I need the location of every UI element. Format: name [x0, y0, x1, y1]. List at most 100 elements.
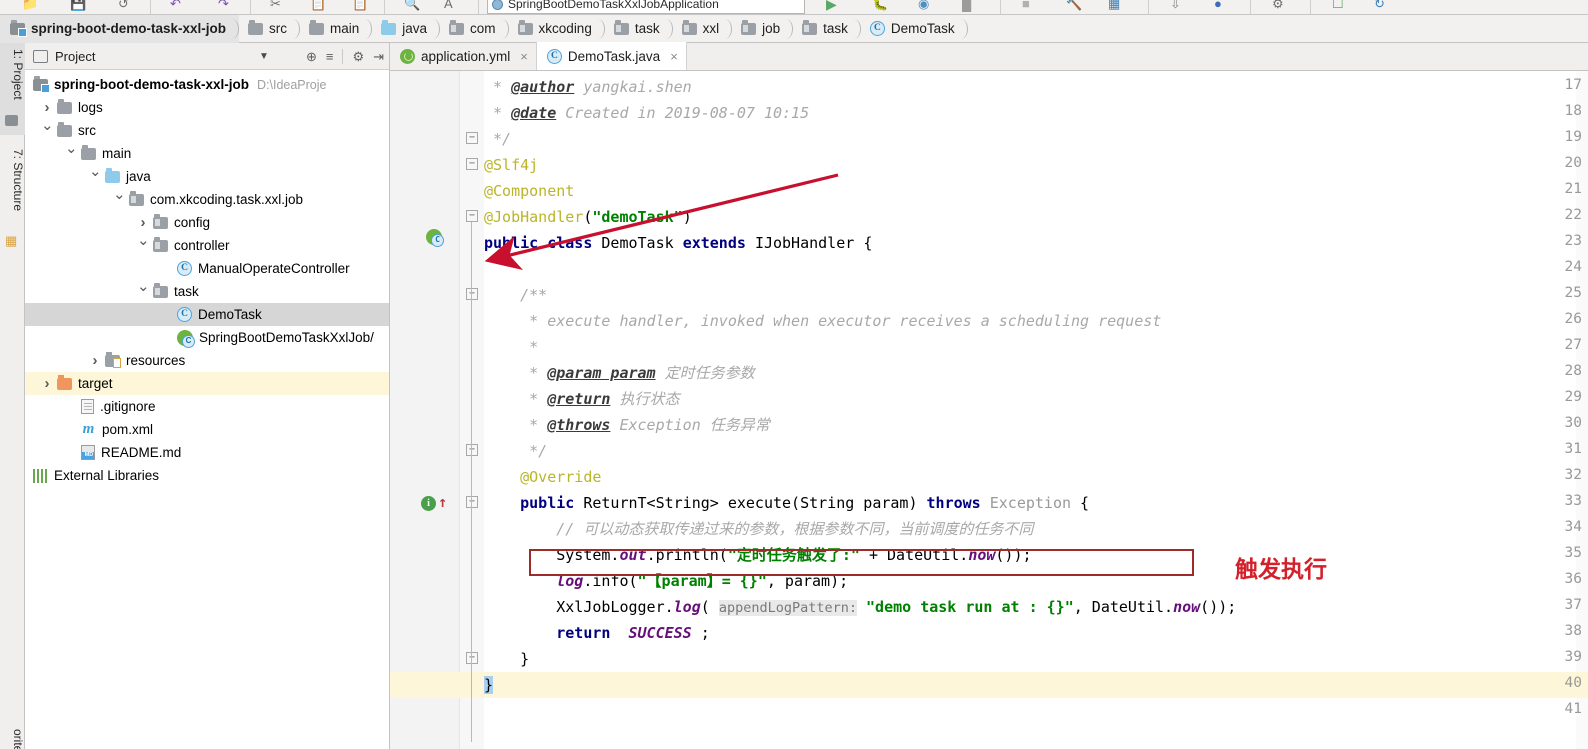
code-line[interactable]: System.out.println("定时任务触发了:" + DateUtil… — [484, 542, 1031, 568]
code-line[interactable]: } — [484, 672, 494, 698]
browser-icon[interactable]: ☐ — [1332, 0, 1344, 12]
tab-close-icon[interactable]: × — [670, 49, 678, 64]
code-line[interactable]: @Component — [484, 178, 574, 204]
breadcrumb-item-task[interactable]: task — [605, 15, 673, 43]
code-line[interactable]: * @param param 定时任务参数 — [484, 360, 755, 386]
overriding-method-arrow-icon[interactable]: ↑ — [438, 495, 454, 511]
fold-marker-22[interactable]: − — [466, 210, 478, 222]
breadcrumb-item-xkcoding[interactable]: xkcoding — [509, 15, 606, 43]
breadcrumb-item-task2[interactable]: task — [793, 15, 861, 43]
tab-application-yml[interactable]: application.yml × — [390, 42, 537, 70]
tree-node-target[interactable]: target — [25, 372, 389, 395]
fold-marker-39[interactable]: − — [466, 652, 478, 664]
coverage-icon[interactable]: ◉ — [918, 0, 929, 12]
tree-node-main[interactable]: main — [25, 142, 389, 165]
structure-icon[interactable]: ▦ — [1108, 0, 1120, 12]
panel-dropdown-icon[interactable]: ▼ — [259, 51, 269, 62]
rail-item-favorites[interactable]: orites — [0, 723, 25, 749]
tree-expander-icon[interactable] — [41, 125, 53, 137]
tree-expander-icon[interactable] — [137, 240, 149, 252]
paste-icon[interactable]: 📋 — [352, 0, 368, 12]
find-icon[interactable]: 🔍 — [404, 0, 420, 12]
implementing-method-icon[interactable]: i — [421, 496, 437, 512]
tree-expander-icon[interactable] — [65, 148, 77, 160]
cut-icon[interactable]: ✂ — [270, 0, 281, 12]
fold-marker-33[interactable]: − — [466, 496, 478, 508]
copy-icon[interactable]: 📋 — [310, 0, 326, 12]
update-project-icon[interactable]: ⇩ — [1170, 0, 1181, 12]
tab-demotask-java[interactable]: C DemoTask.java × — [536, 42, 687, 70]
code-canvas[interactable]: 17 * @author yangkai.shen 18 * @date Crea… — [390, 71, 1588, 749]
hide-panel-icon[interactable]: ⇥ — [373, 49, 384, 65]
code-line[interactable]: /** — [484, 282, 547, 308]
code-line[interactable]: return SUCCESS ; — [484, 620, 710, 646]
tree-expander-icon[interactable] — [137, 217, 149, 229]
breadcrumb-item-project[interactable]: spring-boot-demo-task-xxl-job — [0, 14, 239, 43]
code-line[interactable]: */ — [484, 126, 511, 152]
fold-marker-19[interactable]: − — [466, 132, 478, 144]
tree-node-com-xkcoding-task-xxl-job[interactable]: com.xkcoding.task.xxl.job — [25, 188, 389, 211]
code-line[interactable]: XxlJobLogger.log( appendLogPattern: "dem… — [484, 594, 1236, 620]
refresh-icon[interactable]: ↻ — [1374, 0, 1385, 12]
code-line[interactable]: } — [484, 646, 529, 672]
code-line[interactable]: * — [484, 334, 538, 360]
spring-bean-icon[interactable] — [426, 229, 444, 247]
code-line[interactable]: // 可以动态获取传递过来的参数，根据参数不同，当前调度的任务不同 — [484, 516, 1033, 542]
code-line[interactable]: * @date Created in 2019-08-07 10:15 — [484, 100, 809, 126]
breadcrumb-item-job[interactable]: job — [732, 15, 794, 43]
tree-expander-icon[interactable] — [89, 171, 101, 183]
tree-node-pom-xml[interactable]: m pom.xml — [25, 418, 389, 441]
debug-icon[interactable]: 🐛 — [872, 0, 888, 12]
commit-icon[interactable]: ● — [1214, 0, 1222, 12]
settings-icon[interactable]: ⚙ — [1272, 0, 1284, 12]
tree-node-config[interactable]: config — [25, 211, 389, 234]
breadcrumb-item-xxl[interactable]: xxl — [673, 15, 733, 43]
profile-icon[interactable]: █ — [962, 0, 971, 12]
breadcrumb-item-com[interactable]: com — [440, 15, 509, 43]
code-line[interactable]: @Slf4j — [484, 152, 538, 178]
tree-node-manualoperatecontroller[interactable]: C ManualOperateController — [25, 257, 389, 280]
tree-expander-icon[interactable] — [41, 102, 53, 114]
open-folder-icon[interactable]: 📁 — [22, 0, 38, 12]
undo-icon[interactable]: ↶ — [170, 0, 181, 12]
code-folding-column[interactable] — [460, 71, 484, 749]
tree-node-controller[interactable]: controller — [25, 234, 389, 257]
breadcrumb-item-main[interactable]: main — [300, 15, 373, 43]
tree-node-external-libraries[interactable]: External Libraries — [25, 464, 389, 487]
code-line[interactable]: public class DemoTask extends IJobHandle… — [484, 230, 872, 256]
build-icon[interactable]: 🔨 — [1066, 0, 1082, 12]
tab-close-icon[interactable]: × — [520, 49, 528, 64]
tree-node-spring-boot-demo-task-xxl-job[interactable]: spring-boot-demo-task-xxl-job D:\IdeaProj… — [25, 73, 389, 96]
stop-icon[interactable]: ■ — [1022, 0, 1030, 12]
fold-marker-20[interactable]: − — [466, 158, 478, 170]
run-icon[interactable]: ▶ — [826, 0, 837, 12]
breadcrumb-item-demotask[interactable]: C DemoTask — [861, 15, 968, 43]
code-line[interactable]: * @return 执行状态 — [484, 386, 679, 412]
inspection-bulb-icon[interactable]: i — [421, 496, 436, 511]
code-line[interactable]: log.info("【param】= {}", param); — [484, 568, 848, 594]
breadcrumb-item-java[interactable]: java — [372, 15, 440, 43]
fold-marker-31[interactable]: − — [466, 444, 478, 456]
tree-node-demotask[interactable]: C DemoTask — [25, 303, 389, 326]
tree-node-task[interactable]: task — [25, 280, 389, 303]
code-line[interactable]: */ — [484, 438, 547, 464]
fold-marker-25[interactable]: − — [466, 288, 478, 300]
tree-node--gitignore[interactable]: .gitignore — [25, 395, 389, 418]
save-all-icon[interactable]: 💾 — [70, 0, 86, 12]
code-line[interactable]: * @author yangkai.shen — [484, 74, 692, 100]
editor-scrollbar[interactable] — [1576, 71, 1588, 749]
tree-node-springbootdemotaskxxljob-[interactable]: SpringBootDemoTaskXxlJob/ — [25, 326, 389, 349]
code-line[interactable]: @Override — [484, 464, 601, 490]
tree-node-logs[interactable]: logs — [25, 96, 389, 119]
run-configuration-selector[interactable]: SpringBootDemoTaskXxlJobApplication — [487, 0, 805, 14]
code-line[interactable]: * @throws Exception 任务异常 — [484, 412, 770, 438]
code-line[interactable]: * execute handler, invoked when executor… — [484, 308, 1161, 334]
line-number-gutter[interactable] — [390, 71, 460, 749]
redo-icon[interactable]: ↷ — [218, 0, 229, 12]
settings-gear-icon[interactable]: ⚙ — [352, 49, 364, 65]
collapse-all-icon[interactable]: ≡ — [326, 49, 334, 64]
tree-node-readme-md[interactable]: README.md — [25, 441, 389, 464]
replace-icon[interactable]: A — [444, 0, 453, 12]
scroll-from-source-icon[interactable]: ⊕ — [306, 49, 317, 65]
tree-expander-icon[interactable] — [113, 194, 125, 206]
